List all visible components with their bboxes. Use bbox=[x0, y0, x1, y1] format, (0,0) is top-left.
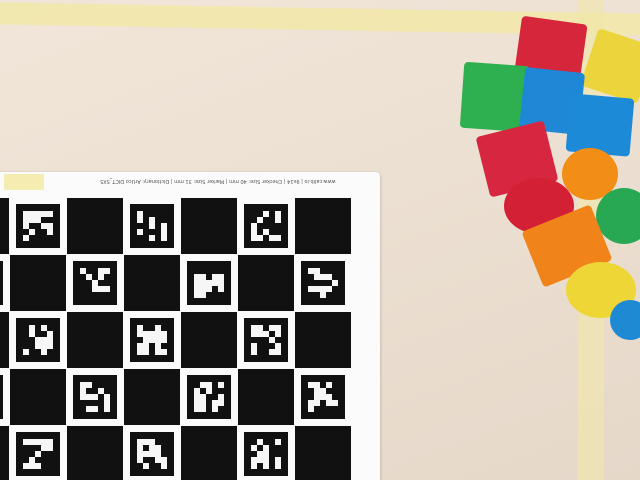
marker-bit bbox=[98, 274, 104, 280]
marker-bit bbox=[218, 286, 224, 292]
marker-bit bbox=[206, 388, 212, 394]
marker-bit bbox=[257, 217, 263, 223]
checker-square bbox=[10, 255, 66, 311]
marker-bit bbox=[104, 406, 110, 412]
marker-bit bbox=[137, 229, 143, 235]
marker-bit bbox=[161, 235, 167, 241]
checker-square bbox=[0, 198, 9, 254]
aruco-marker bbox=[16, 318, 60, 362]
marker-bit bbox=[149, 223, 155, 229]
marker-bit bbox=[251, 463, 257, 469]
marker-bit bbox=[326, 382, 332, 388]
marker-bit bbox=[92, 394, 98, 400]
marker-bit bbox=[314, 400, 320, 406]
aruco-marker bbox=[73, 375, 117, 419]
marker-bit bbox=[92, 406, 98, 412]
aruco-marker bbox=[301, 375, 345, 419]
marker-bit bbox=[320, 292, 326, 298]
marker-bit bbox=[149, 235, 155, 241]
marker-bit bbox=[275, 463, 281, 469]
marker-bit bbox=[332, 400, 338, 406]
aruco-marker bbox=[0, 261, 3, 305]
aruco-marker bbox=[244, 318, 288, 362]
marker-bit bbox=[251, 349, 257, 355]
marker-bit bbox=[206, 286, 212, 292]
marker-bit bbox=[104, 286, 110, 292]
marker-bit bbox=[137, 217, 143, 223]
aruco-marker bbox=[130, 432, 174, 476]
marker-bit bbox=[143, 463, 149, 469]
checker-square bbox=[238, 255, 294, 311]
blue-cylinder bbox=[610, 300, 640, 340]
marker-bit bbox=[86, 382, 92, 388]
checker-square bbox=[181, 312, 237, 368]
aruco-marker bbox=[130, 318, 174, 362]
marker-bit bbox=[161, 463, 167, 469]
camera-view: www.calib.io | 9x14 | Checker Size: 40 m… bbox=[0, 0, 640, 480]
aruco-marker bbox=[130, 204, 174, 248]
marker-bit bbox=[200, 406, 206, 412]
marker-bit bbox=[47, 445, 53, 451]
checker-square bbox=[67, 312, 123, 368]
marker-bit bbox=[263, 211, 269, 217]
checker-square bbox=[67, 426, 123, 480]
aruco-marker bbox=[187, 375, 231, 419]
marker-bit bbox=[308, 406, 314, 412]
checker-square bbox=[295, 198, 351, 254]
aruco-marker bbox=[73, 261, 117, 305]
aruco-marker bbox=[187, 261, 231, 305]
marker-bit bbox=[35, 451, 41, 457]
marker-bit bbox=[23, 235, 29, 241]
marker-bit bbox=[35, 463, 41, 469]
marker-bit bbox=[257, 235, 263, 241]
marker-bit bbox=[263, 463, 269, 469]
marker-bit bbox=[212, 406, 218, 412]
checker-square bbox=[124, 255, 180, 311]
marker-bit bbox=[326, 286, 332, 292]
aruco-marker bbox=[0, 375, 3, 419]
marker-bit bbox=[275, 349, 281, 355]
aruco-marker bbox=[244, 204, 288, 248]
marker-bit bbox=[218, 382, 224, 388]
marker-bit bbox=[275, 235, 281, 241]
aruco-marker bbox=[16, 432, 60, 476]
checker-square bbox=[295, 426, 351, 480]
checker-square bbox=[0, 312, 9, 368]
checker-square bbox=[181, 426, 237, 480]
marker-bit bbox=[332, 280, 338, 286]
marker-bit bbox=[275, 217, 281, 223]
board-caption: www.calib.io | 9x14 | Checker Size: 40 m… bbox=[100, 178, 336, 184]
checker-square bbox=[181, 198, 237, 254]
blue-cube-right bbox=[565, 93, 635, 157]
aruco-marker bbox=[16, 204, 60, 248]
marker-bit bbox=[29, 229, 35, 235]
marker-bit bbox=[143, 349, 149, 355]
checker-square bbox=[0, 426, 9, 480]
marker-bit bbox=[47, 229, 53, 235]
checker-square bbox=[67, 198, 123, 254]
marker-bit bbox=[47, 343, 53, 349]
marker-bit bbox=[104, 268, 110, 274]
marker-bit bbox=[47, 211, 53, 217]
checker-square bbox=[124, 369, 180, 425]
marker-bit bbox=[161, 337, 167, 343]
board-logo bbox=[4, 174, 44, 190]
marker-bit bbox=[23, 349, 29, 355]
marker-bit bbox=[275, 331, 281, 337]
aruco-marker bbox=[244, 432, 288, 476]
marker-bit bbox=[275, 439, 281, 445]
checker-square bbox=[238, 369, 294, 425]
marker-bit bbox=[218, 400, 224, 406]
aruco-marker bbox=[301, 261, 345, 305]
checker-square bbox=[10, 369, 66, 425]
marker-bit bbox=[41, 349, 47, 355]
marker-bit bbox=[200, 292, 206, 298]
checker-square bbox=[295, 312, 351, 368]
marker-bit bbox=[161, 349, 167, 355]
